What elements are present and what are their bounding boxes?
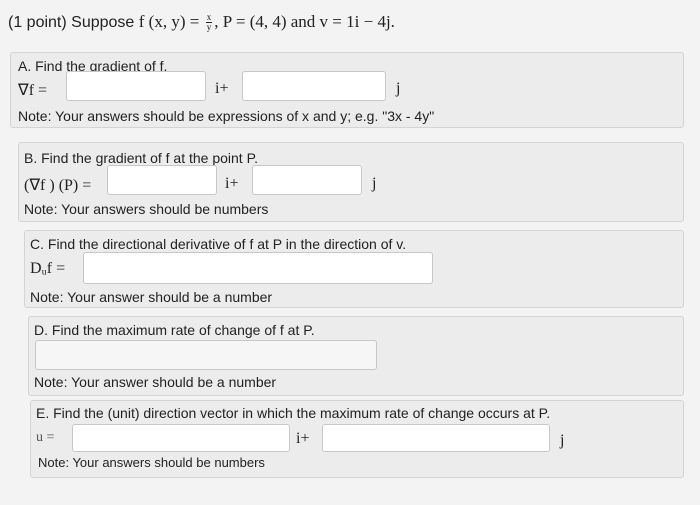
- part-a-i-component-input[interactable]: [66, 71, 206, 101]
- part-e-title: E. Find the (unit) direction vector in w…: [36, 405, 551, 421]
- part-a-j-component-input[interactable]: [242, 71, 386, 101]
- part-a-j-label: j: [396, 80, 401, 97]
- part-b-j-label: j: [372, 175, 377, 192]
- part-e-note: Note: Your answers should be numbers: [38, 455, 265, 470]
- part-b-note: Note: Your answers should be numbers: [24, 201, 269, 217]
- part-d-title: D. Find the maximum rate of change of f …: [34, 322, 315, 338]
- function-fraction: x y: [205, 13, 213, 33]
- part-b-title: B. Find the gradient of f at the point P…: [24, 150, 259, 166]
- problem-givens: , P = (4, 4) and v = 1i − 4j.: [214, 12, 395, 31]
- part-e-i-label: i+: [296, 430, 310, 447]
- part-b-i-label: i+: [225, 175, 239, 192]
- problem-statement: (1 point) Suppose f (x, y) = x y , P = (…: [8, 12, 395, 32]
- part-a-note: Note: Your answers should be expressions…: [18, 108, 435, 124]
- part-d-max-rate-input[interactable]: [35, 340, 377, 370]
- part-c-title: C. Find the directional derivative of f …: [30, 236, 407, 252]
- part-c-note: Note: Your answer should be a number: [30, 289, 273, 305]
- part-e-j-label: j: [560, 432, 565, 449]
- part-a-i-label: i+: [215, 80, 229, 97]
- fraction-denominator: y: [206, 22, 212, 33]
- part-e-j-component-input[interactable]: [322, 424, 550, 452]
- part-b-j-component-input[interactable]: [252, 165, 362, 195]
- part-b-gradient-label: (∇f ) (P) =: [24, 177, 92, 194]
- part-d-note: Note: Your answer should be a number: [34, 374, 277, 390]
- problem-page: (1 point) Suppose f (x, y) = x y , P = (…: [0, 0, 700, 505]
- function-lhs: f (x, y) =: [138, 12, 200, 31]
- problem-prefix: (1 point) Suppose: [8, 14, 139, 31]
- part-e-i-component-input[interactable]: [72, 424, 290, 452]
- part-c-derivative-input[interactable]: [83, 252, 433, 284]
- part-a-gradient-label: ∇f =: [18, 82, 48, 99]
- part-e-unit-vector-label: u =: [36, 430, 55, 445]
- part-b-i-component-input[interactable]: [107, 165, 217, 195]
- part-c-derivative-label: Dᵤf =: [30, 260, 66, 277]
